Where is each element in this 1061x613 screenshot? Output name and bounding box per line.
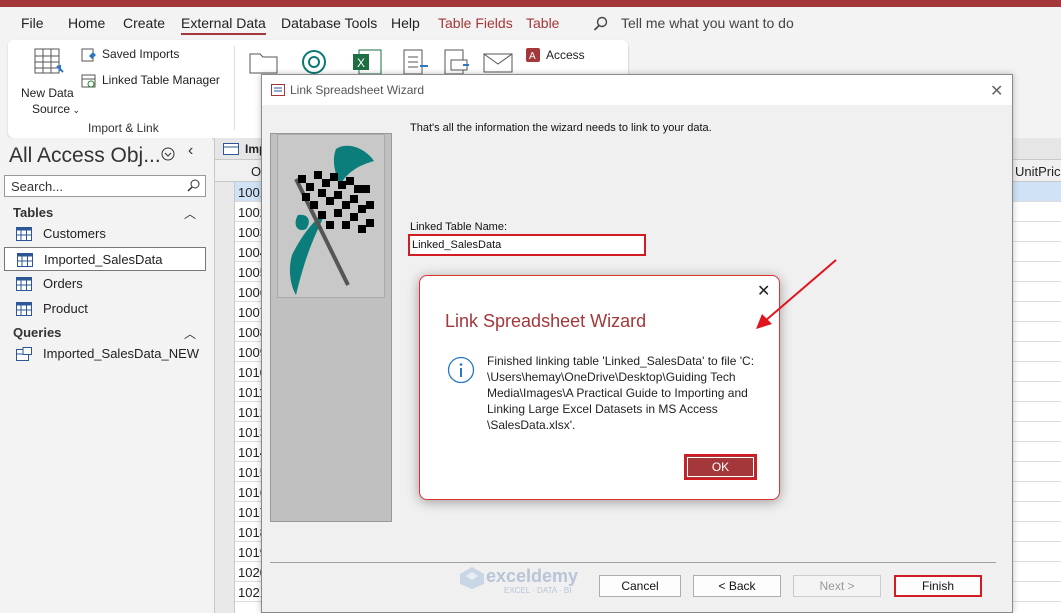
nav-table-label: Orders — [43, 276, 83, 291]
svg-text:X: X — [357, 56, 365, 70]
wizard-title: Link Spreadsheet Wizard — [290, 83, 425, 97]
svg-text:A: A — [529, 51, 536, 62]
row-selector-column[interactable] — [215, 182, 235, 613]
info-icon — [447, 356, 475, 384]
exceldemy-logo-icon — [460, 567, 484, 589]
search-icon — [187, 179, 200, 192]
wizard-side-panel — [270, 133, 392, 522]
column-header-unitprice[interactable]: UnitPric — [1015, 164, 1061, 179]
collapse-pane-icon[interactable]: ‹ — [188, 142, 193, 160]
ribbon-tabs: File Home Create External Data Database … — [0, 7, 1061, 40]
message-dialog: ✕ Link Spreadsheet Wizard Finished linki… — [419, 275, 780, 500]
table-icon — [16, 277, 32, 291]
text-file-icon[interactable] — [400, 48, 432, 76]
wizard-info-text: That's all the information the wizard ne… — [410, 122, 712, 134]
table-icon — [17, 253, 33, 267]
nav-table-label: Imported_SalesData — [44, 252, 163, 267]
saved-imports-label: Saved Imports — [102, 47, 180, 61]
new-data-source-label-2: Source ⌄ — [32, 102, 80, 116]
nav-table-orders[interactable]: Orders — [4, 272, 206, 296]
finish-button[interactable]: Finish — [894, 575, 982, 597]
new-data-source-button[interactable]: New Data Source ⌄ — [18, 46, 80, 116]
next-button[interactable]: Next > — [793, 575, 881, 597]
ribbon-divider — [234, 46, 235, 130]
wizard-graphic-frame — [277, 134, 385, 298]
column-header[interactable]: O — [251, 164, 261, 179]
tab-file[interactable]: File — [21, 15, 44, 31]
message-line: Finished linking table 'Linked_SalesData… — [487, 354, 755, 368]
tables-section-header[interactable]: Tables — [13, 205, 53, 220]
tab-table[interactable]: Table — [526, 15, 559, 31]
linked-table-name-input[interactable] — [408, 234, 646, 256]
nav-menu-icon[interactable] — [161, 147, 175, 161]
watermark-tagline: EXCEL · DATA · BI — [504, 586, 572, 595]
query-icon — [16, 347, 32, 361]
title-bar-strip — [0, 0, 1061, 7]
search-icon — [593, 16, 608, 31]
close-icon[interactable]: ✕ — [757, 281, 770, 301]
tell-me-label: Tell me what you want to do — [621, 15, 794, 31]
access-icon: A — [526, 48, 540, 62]
saved-imports-icon — [81, 48, 96, 62]
sharepoint-icon[interactable] — [300, 48, 332, 76]
navigation-pane: All Access Obj... ‹ Search... Tables ︿ C… — [0, 138, 212, 613]
linked-table-icon — [81, 74, 96, 88]
table-icon — [34, 48, 64, 74]
new-data-source-label-1: New Data — [21, 86, 74, 100]
new-data-source-label-text: Source — [32, 102, 71, 116]
message-line: Linking Large Excel Datasets in MS Acces… — [487, 402, 718, 416]
tab-home[interactable]: Home — [68, 15, 105, 31]
ok-button[interactable]: OK — [684, 454, 757, 480]
message-line: \SalesData.xlsx'. — [487, 418, 576, 432]
nav-query-label: Imported_SalesData_NEW — [43, 346, 200, 361]
nav-table-label: Product — [43, 301, 88, 316]
message-title: Link Spreadsheet Wizard — [445, 311, 647, 331]
close-icon[interactable]: ✕ — [990, 81, 1003, 101]
table-icon — [16, 302, 32, 316]
tab-help[interactable]: Help — [391, 15, 420, 31]
folder-icon[interactable] — [248, 48, 280, 76]
import-link-group-label: Import & Link — [88, 121, 159, 135]
back-button[interactable]: < Back — [693, 575, 781, 597]
message-body: Finished linking table 'Linked_SalesData… — [487, 353, 759, 433]
wizard-divider — [270, 562, 996, 563]
nav-query-imported-salesdata-new[interactable]: Imported_SalesData_NEW — [4, 342, 206, 366]
pdf-icon[interactable] — [441, 48, 473, 76]
nav-search-placeholder: Search... — [11, 179, 64, 194]
message-line: \Users\hemay\OneDrive\Desktop\Guiding Te… — [487, 370, 736, 384]
message-line: Media\Images\A Practical Guide to Import… — [487, 386, 748, 400]
chevron-up-icon[interactable]: ︿ — [184, 325, 196, 342]
table-icon — [223, 143, 239, 155]
cancel-button[interactable]: Cancel — [599, 575, 681, 597]
checkered-flag-icon — [289, 145, 374, 295]
queries-section-header[interactable]: Queries — [13, 325, 61, 340]
nav-table-imported-salesdata[interactable]: Imported_SalesData — [4, 247, 206, 271]
tell-me-box[interactable]: Tell me what you want to do — [593, 15, 794, 31]
nav-pane-title[interactable]: All Access Obj... — [9, 144, 161, 168]
wizard-app-icon — [271, 84, 285, 96]
tab-table-fields[interactable]: Table Fields — [438, 15, 513, 31]
access-export-label[interactable]: Access — [546, 48, 585, 62]
tab-database-tools[interactable]: Database Tools — [281, 15, 377, 31]
tab-create[interactable]: Create — [123, 15, 165, 31]
nav-table-product[interactable]: Product — [4, 297, 206, 321]
nav-table-label: Customers — [43, 226, 106, 241]
linked-table-name-label: Linked Table Name: — [410, 221, 508, 233]
table-icon — [16, 227, 32, 241]
excel-icon[interactable]: X — [351, 48, 383, 76]
watermark-name: exceldemy — [486, 566, 579, 586]
tab-external-data[interactable]: External Data — [181, 15, 266, 35]
nav-table-customers[interactable]: Customers — [4, 222, 206, 246]
wizard-titlebar[interactable]: Link Spreadsheet Wizard ✕ — [262, 75, 1012, 105]
chevron-up-icon[interactable]: ︿ — [184, 205, 196, 222]
nav-search-input[interactable]: Search... — [4, 175, 206, 197]
chevron-down-icon: ⌄ — [70, 105, 81, 115]
linked-table-manager-label: Linked Table Manager — [102, 73, 220, 87]
